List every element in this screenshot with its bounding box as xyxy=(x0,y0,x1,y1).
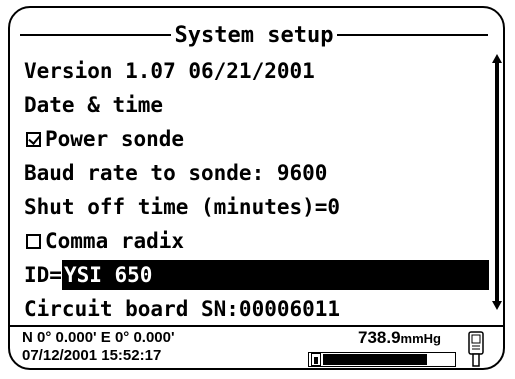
menu-item-label: Circuit board SN:00006011 xyxy=(24,297,341,321)
id-field-selected[interactable]: YSI 650 xyxy=(61,260,489,290)
gps-coordinates: N 0° 0.000' E 0° 0.000' xyxy=(22,329,175,346)
menu-scrollbar[interactable] xyxy=(492,54,502,310)
screen-header: System setup xyxy=(20,22,489,48)
battery-gauge xyxy=(308,352,456,367)
menu-item-comma-radix[interactable]: Comma radix xyxy=(24,224,489,258)
menu-item-label: Shut off time (minutes)=0 xyxy=(24,195,341,219)
menu-item-id[interactable]: ID= YSI 650 xyxy=(24,258,489,292)
setup-menu: Version 1.07 06/21/2001 Date & time Powe… xyxy=(24,54,489,326)
menu-item-baud-rate[interactable]: Baud rate to sonde: 9600 xyxy=(24,156,489,190)
id-label: ID= xyxy=(24,263,62,287)
menu-item-date-time[interactable]: Date & time xyxy=(24,88,489,122)
scroll-track[interactable] xyxy=(495,63,499,301)
comma-radix-checkbox[interactable] xyxy=(26,233,41,249)
battery-icon xyxy=(311,353,321,366)
title-rule-left xyxy=(20,34,171,36)
pressure-value: 738.9 xyxy=(358,328,401,347)
menu-item-version[interactable]: Version 1.07 06/21/2001 xyxy=(24,54,489,88)
pressure-unit: mmHg xyxy=(400,331,441,346)
menu-item-circuit-board-sn[interactable]: Circuit board SN:00006011 xyxy=(24,292,489,326)
menu-item-label: Power sonde xyxy=(45,127,185,151)
power-sonde-checkbox[interactable] xyxy=(26,131,41,147)
menu-item-label: Comma radix xyxy=(45,229,185,253)
screen-title: System setup xyxy=(174,22,334,48)
battery-level-track xyxy=(323,354,453,365)
status-datetime: 07/12/2001 15:52:17 xyxy=(22,347,162,364)
menu-item-power-sonde[interactable]: Power sonde xyxy=(24,122,489,156)
title-rule-right xyxy=(337,34,489,36)
status-bar: N 0° 0.000' E 0° 0.000' 07/12/2001 15:52… xyxy=(10,325,503,368)
handheld-device-icon xyxy=(468,331,484,367)
menu-item-label: Baud rate to sonde: 9600 xyxy=(24,161,328,185)
barometric-pressure: 738.9mmHg xyxy=(358,329,441,347)
menu-item-label: Date & time xyxy=(24,93,164,117)
scroll-down-arrow-icon[interactable] xyxy=(492,301,502,310)
menu-item-shut-off-time[interactable]: Shut off time (minutes)=0 xyxy=(24,190,489,224)
scroll-up-arrow-icon[interactable] xyxy=(492,54,502,63)
device-screen: System setup Version 1.07 06/21/2001 Dat… xyxy=(8,6,505,370)
menu-item-label: Version 1.07 06/21/2001 xyxy=(24,59,315,83)
battery-level-fill xyxy=(323,354,427,365)
